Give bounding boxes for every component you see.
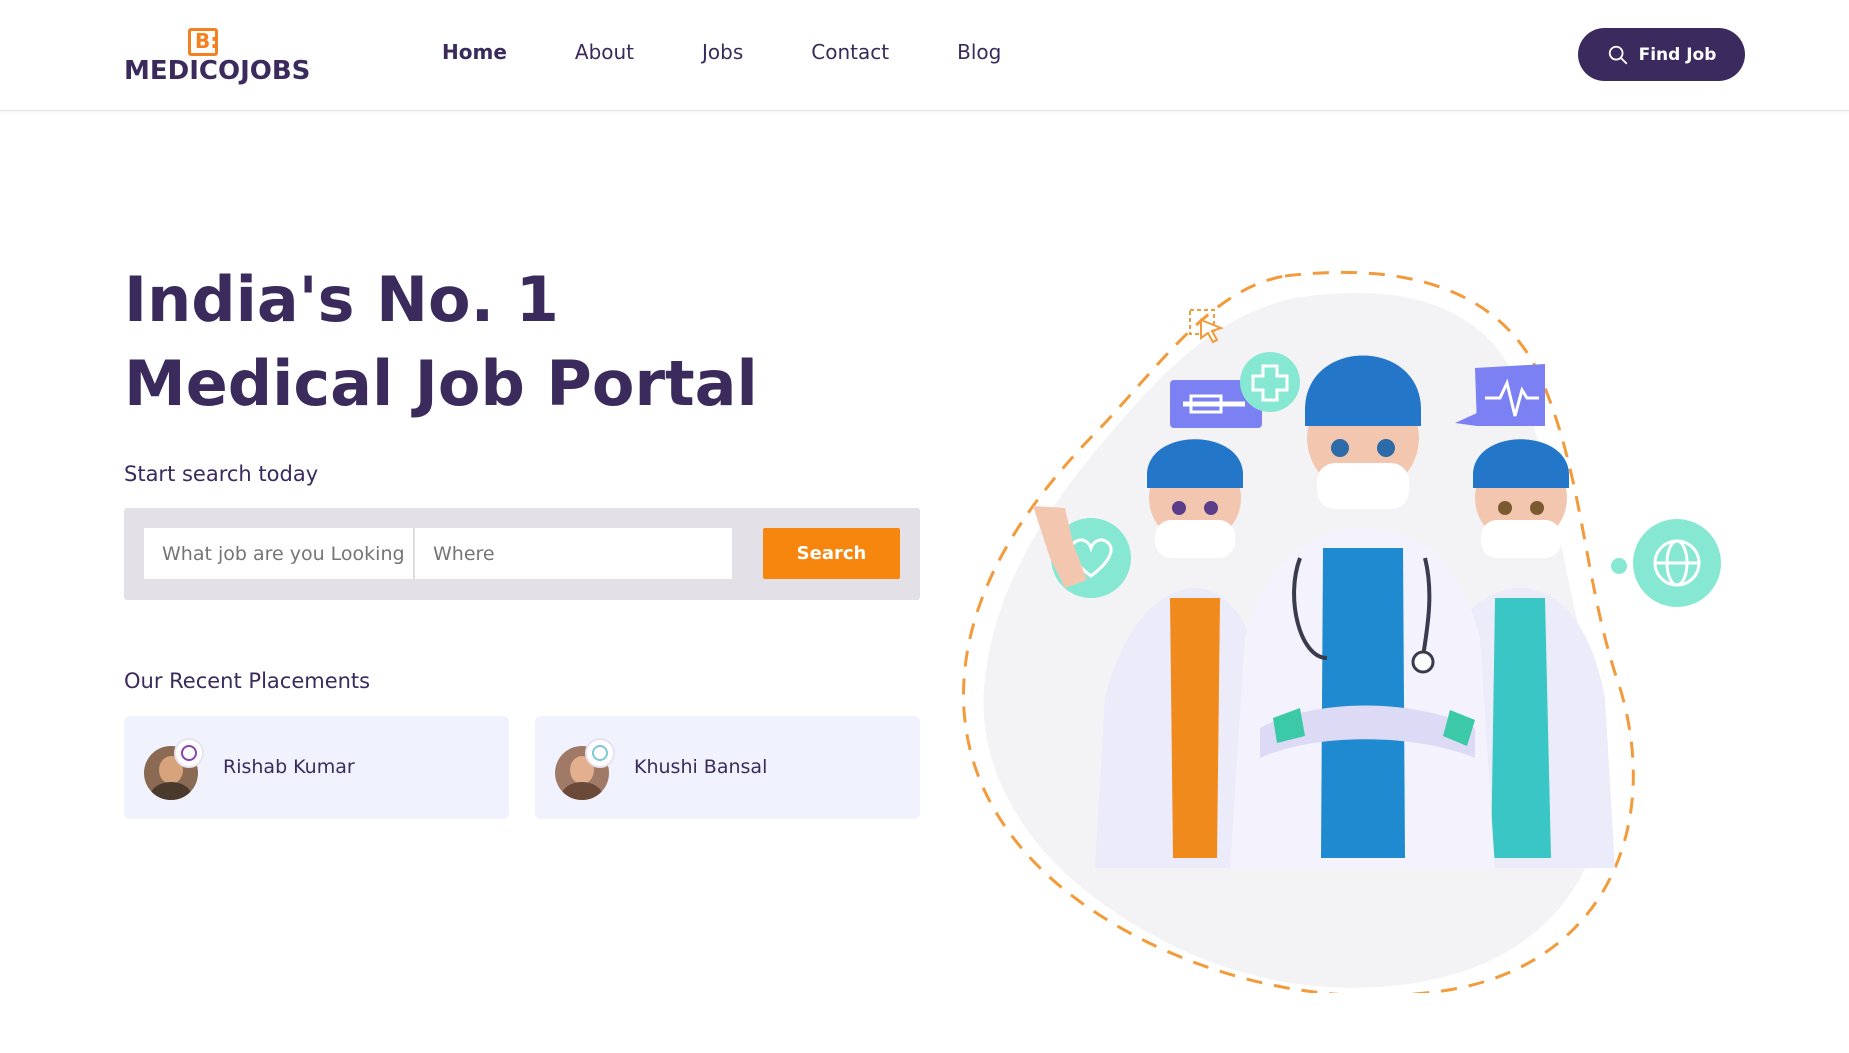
medicojobs-logo[interactable]: B: MEDICOJOBS [124, 26, 310, 86]
nav-blog[interactable]: Blog [957, 40, 1001, 64]
nav-home[interactable]: Home [442, 40, 507, 64]
hero-title-line-2: Medical Job Portal [124, 347, 758, 420]
globe-icon [1611, 519, 1721, 607]
placement-card[interactable]: Khushi Bansal [535, 716, 920, 819]
main-nav: Home About Jobs Contact Blog [442, 40, 1069, 64]
cursor-icon [1189, 309, 1224, 344]
doctors-illustration [962, 270, 1721, 993]
job-keyword-input[interactable] [144, 528, 414, 579]
hospital-badge-icon [585, 738, 615, 768]
placement-card[interactable]: Rishab Kumar [124, 716, 509, 819]
medical-plus-icon [1240, 352, 1300, 412]
nav-jobs[interactable]: Jobs [702, 40, 743, 64]
placement-name: Rishab Kumar [223, 756, 355, 778]
site-header: B: MEDICOJOBS Home About Jobs Contact Bl… [0, 0, 1849, 111]
recent-placements-title: Our Recent Placements [124, 669, 371, 693]
search-subtitle: Start search today [124, 462, 319, 486]
nav-contact[interactable]: Contact [811, 40, 889, 64]
hospital-badge-icon [174, 738, 204, 768]
find-job-button[interactable]: Find Job [1578, 28, 1745, 81]
hero-title: India's No. 1 Medical Job Portal [124, 258, 758, 426]
logo-mark-icon: B: [188, 28, 218, 56]
find-job-label: Find Job [1638, 44, 1717, 65]
placement-name: Khushi Bansal [634, 756, 768, 778]
nav-about[interactable]: About [575, 40, 634, 64]
search-icon [1608, 45, 1627, 64]
job-search-box: Search [124, 508, 920, 600]
logo-text: MEDICOJOBS [124, 56, 311, 86]
search-button[interactable]: Search [763, 528, 900, 579]
location-input[interactable] [415, 528, 732, 579]
hero-title-line-1: India's No. 1 [124, 263, 559, 336]
